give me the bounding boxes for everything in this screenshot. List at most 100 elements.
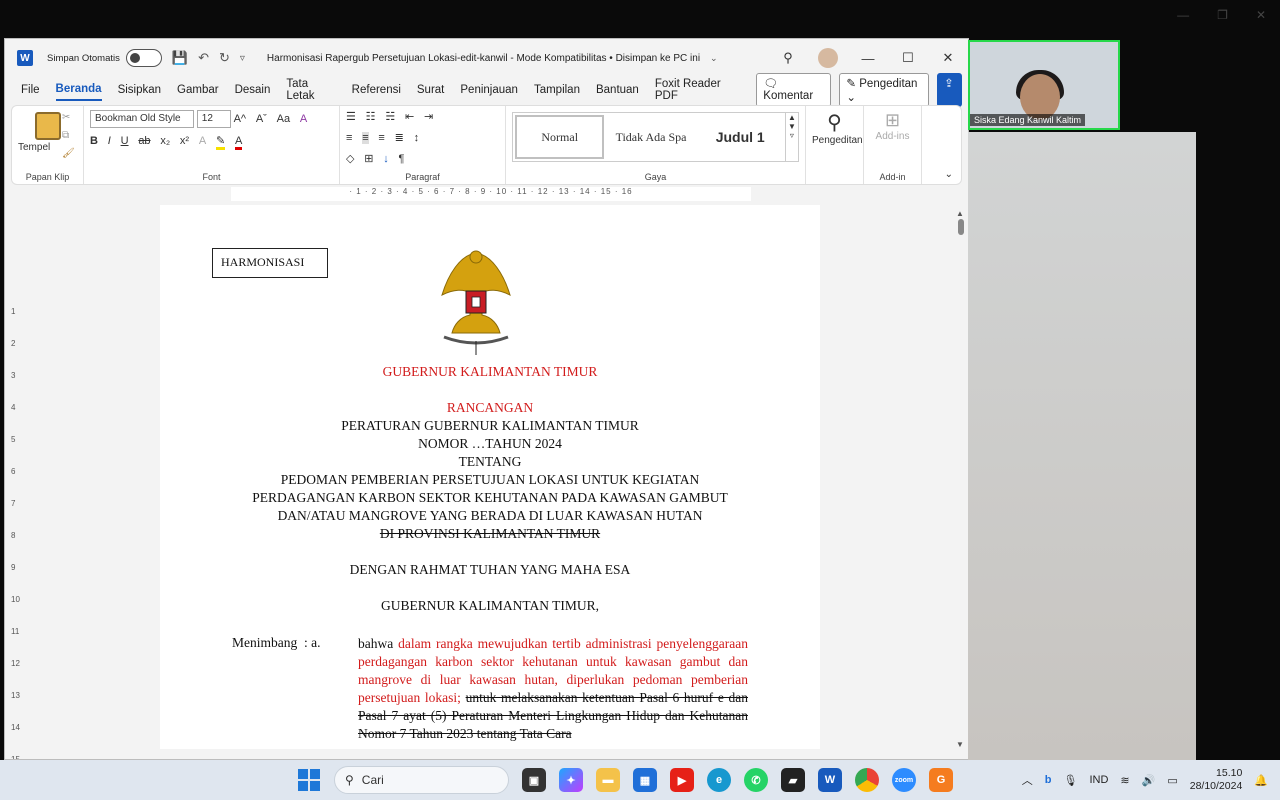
shrink-font-icon[interactable]: Aˇ xyxy=(256,113,267,125)
align-center-icon[interactable]: ≡ xyxy=(362,132,369,144)
tab-bantuan[interactable]: Bantuan xyxy=(596,80,639,100)
shading-icon[interactable]: ◇ xyxy=(346,152,354,165)
scroll-up-icon[interactable]: ▲ xyxy=(956,209,964,218)
whatsapp-icon[interactable]: ✆ xyxy=(744,768,768,792)
format-painter-icon[interactable]: 🖌 xyxy=(62,148,75,159)
customize-toolbar-icon[interactable]: ▿ xyxy=(240,53,245,64)
multilevel-icon[interactable]: ☵ xyxy=(385,110,395,123)
task-view-icon[interactable]: ▣ xyxy=(522,768,546,792)
autosave-toggle[interactable] xyxy=(125,49,162,67)
tab-sisipkan[interactable]: Sisipkan xyxy=(118,80,161,100)
style-no-spacing[interactable]: Tidak Ada Spa xyxy=(606,113,695,161)
style-normal[interactable]: Normal xyxy=(515,115,605,159)
editing-label[interactable]: Pengeditan xyxy=(812,135,863,146)
subscript-icon[interactable]: x₂ xyxy=(160,135,170,147)
clock[interactable]: 15.10 28/10/2024 xyxy=(1190,767,1243,793)
clear-format-icon[interactable]: A xyxy=(300,113,307,125)
increase-indent-icon[interactable]: ⇥ xyxy=(424,110,433,123)
borders-icon[interactable]: ⊞ xyxy=(364,152,373,165)
styles-scroll-icon[interactable]: ▲ ▼ ▿ xyxy=(784,113,798,161)
font-name-select[interactable]: Bookman Old Style xyxy=(90,110,194,128)
sticky-notes-icon[interactable]: ▰ xyxy=(781,768,805,792)
tab-peninjauan[interactable]: Peninjauan xyxy=(460,80,518,100)
scroll-down-icon[interactable]: ▼ xyxy=(956,740,964,749)
edge-icon[interactable]: e xyxy=(707,768,731,792)
editing-mode-button[interactable]: ✎ Pengeditan ⌄ xyxy=(839,73,930,107)
bing-icon[interactable]: b xyxy=(1045,774,1052,786)
taskbar-search[interactable]: ⚲ Cari xyxy=(334,766,509,794)
store-icon[interactable]: ▦ xyxy=(633,768,657,792)
ruler-scale[interactable]: · 1 · 2 · 3 · 4 · 5 · 6 · 7 · 8 · 9 · 10… xyxy=(231,187,751,201)
underline-icon[interactable]: U xyxy=(121,135,129,147)
title-chevron-icon[interactable]: ⌄ xyxy=(710,53,718,64)
style-heading-1[interactable]: Judul 1 xyxy=(696,113,785,161)
copy-icon[interactable]: ⧉ xyxy=(62,130,69,141)
maximize-icon[interactable]: ☐ xyxy=(888,50,928,66)
document-title[interactable]: Harmonisasi Rapergub Persetujuan Lokasi-… xyxy=(267,53,700,64)
tab-surat[interactable]: Surat xyxy=(417,80,445,100)
grow-font-icon[interactable]: A^ xyxy=(234,113,247,125)
numbering-icon[interactable]: ☷ xyxy=(366,110,376,123)
subject-line-1: PEDOMAN PEMBERIAN PERSETUJUAN LOKASI UNT… xyxy=(280,472,700,487)
text-effects-icon[interactable]: A xyxy=(199,135,206,147)
share-button[interactable]: ⇪ xyxy=(937,73,963,107)
tab-referensi[interactable]: Referensi xyxy=(352,80,401,100)
search-icon[interactable]: ⚲ xyxy=(768,50,808,66)
sort-icon[interactable]: ↓ xyxy=(383,153,389,165)
volume-icon[interactable]: 🔊 xyxy=(1142,774,1156,787)
superscript-icon[interactable]: x² xyxy=(180,135,189,147)
undo-icon[interactable]: ↶ xyxy=(198,50,209,66)
find-icon[interactable]: ⚲ xyxy=(812,110,857,135)
tab-tata-letak[interactable]: Tata Letak xyxy=(286,74,335,106)
font-size-select[interactable]: 12 xyxy=(196,110,231,128)
copilot-icon[interactable]: ✦ xyxy=(559,768,583,792)
cut-icon[interactable]: ✂ xyxy=(62,112,70,123)
addins-icon[interactable]: ⊞ xyxy=(870,110,915,131)
wifi-icon[interactable]: ≋ xyxy=(1120,774,1129,787)
tab-gambar[interactable]: Gambar xyxy=(177,80,219,100)
zoom-participant-tile[interactable]: Siska Edang Kanwil Kaltim xyxy=(968,40,1120,130)
start-button[interactable] xyxy=(298,769,320,791)
bullets-icon[interactable]: ☰ xyxy=(346,110,356,123)
change-case-icon[interactable]: Aa xyxy=(277,113,290,125)
tray-chevron-icon[interactable]: ︿ xyxy=(1022,772,1033,788)
youtube-icon[interactable]: ▶ xyxy=(670,768,694,792)
language-indicator[interactable]: IND xyxy=(1089,774,1108,786)
vertical-scrollbar[interactable]: ▲ ▼ xyxy=(956,209,966,749)
decrease-indent-icon[interactable]: ⇤ xyxy=(405,110,414,123)
user-avatar[interactable] xyxy=(818,48,838,68)
redo-icon[interactable]: ↻ xyxy=(219,50,230,66)
line-spacing-icon[interactable]: ↕ xyxy=(414,132,420,144)
align-left-icon[interactable]: ≡ xyxy=(346,132,352,144)
tab-tampilan[interactable]: Tampilan xyxy=(534,80,580,100)
collapse-ribbon-icon[interactable]: ⌄ xyxy=(945,169,953,180)
tab-foxit[interactable]: Foxit Reader PDF xyxy=(655,74,740,106)
close-icon[interactable]: ✕ xyxy=(928,50,968,66)
zoom-icon[interactable]: zoom xyxy=(892,768,916,792)
battery-icon[interactable]: ▭ xyxy=(1167,774,1177,787)
highlight-icon[interactable]: ✎ xyxy=(215,134,226,150)
orange-app-icon[interactable]: G xyxy=(929,768,953,792)
addins-label[interactable]: Add-ins xyxy=(870,131,915,142)
font-color-icon[interactable]: A xyxy=(234,135,243,150)
comment-button[interactable]: 🗨 Komentar xyxy=(756,73,832,107)
bold-icon[interactable]: B xyxy=(90,135,98,147)
save-icon[interactable]: 💾 xyxy=(172,50,188,66)
chrome-icon[interactable] xyxy=(855,768,879,792)
strikethrough-icon[interactable]: ab xyxy=(138,135,150,147)
tab-file[interactable]: File xyxy=(21,80,40,100)
tab-desain[interactable]: Desain xyxy=(235,80,271,100)
notification-bell-icon[interactable]: 🔔 xyxy=(1254,774,1268,787)
minimize-icon[interactable]: — xyxy=(848,51,888,66)
word-taskbar-icon[interactable]: W xyxy=(818,768,842,792)
tab-beranda[interactable]: Beranda xyxy=(55,79,102,101)
scroll-thumb[interactable] xyxy=(958,219,964,235)
paste-icon[interactable] xyxy=(34,112,61,140)
align-right-icon[interactable]: ≡ xyxy=(378,132,384,144)
justify-icon[interactable]: ≣ xyxy=(395,131,404,144)
italic-icon[interactable]: I xyxy=(108,135,111,147)
file-explorer-icon[interactable]: ▬ xyxy=(596,768,620,792)
pilcrow-icon[interactable]: ¶ xyxy=(399,153,405,165)
microphone-icon[interactable]: 🎙 xyxy=(1063,774,1077,787)
document-page[interactable]: HARMONISASI GUBERNUR KALIMANTAN TIMUR RA… xyxy=(160,205,820,749)
